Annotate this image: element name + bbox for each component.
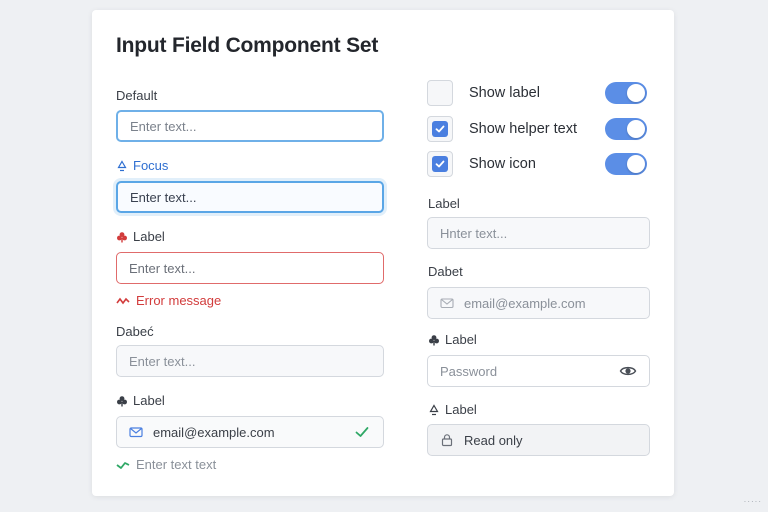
- disabled-label-text: Dabeć: [116, 324, 154, 339]
- error-message: Error message: [116, 293, 221, 308]
- default-input-placeholder: Enter text...: [130, 118, 197, 134]
- eye-icon[interactable]: [619, 362, 637, 380]
- option-show-helper-text: Show helper text: [427, 115, 647, 143]
- password-input-placeholder: Password: [440, 363, 498, 379]
- mail-icon: [129, 427, 143, 438]
- focus-input-value: Enter text...: [130, 189, 197, 205]
- show-icon-text: Show icon: [469, 156, 536, 172]
- readonly-field-label: Label: [428, 402, 477, 417]
- disabled-input[interactable]: Enter text...: [116, 345, 384, 377]
- error-input[interactable]: Enter text...: [116, 252, 384, 284]
- email-input[interactable]: email@example.com: [427, 287, 650, 319]
- checkbox-checked-fill: [432, 121, 448, 137]
- email-input-placeholder: email@example.com: [464, 295, 586, 311]
- disabled-label: Dabeć: [116, 324, 154, 339]
- show-helper-text-text: Show helper text: [469, 121, 578, 137]
- show-helper-text-toggle[interactable]: [605, 118, 647, 140]
- focus-label-text: Focus: [133, 158, 169, 173]
- check-icon: [355, 427, 369, 437]
- option-show-label: Show label: [427, 79, 647, 107]
- valid-helper-text: Enter text text: [136, 457, 217, 472]
- text-field-label-text: Label: [428, 196, 460, 211]
- default-label-text: Default: [116, 88, 158, 103]
- readonly-field-label-text: Label: [445, 402, 477, 417]
- show-label-text: Show label: [469, 85, 540, 101]
- email-field-label: Dabet: [428, 264, 463, 279]
- show-helper-text-checkbox[interactable]: [427, 116, 453, 142]
- text-input[interactable]: Hnter text...: [427, 217, 650, 249]
- checkmark-icon: [435, 160, 445, 168]
- page-title: Input Field Component Set: [116, 34, 379, 57]
- component-card: Input Field Component Set Default Enter …: [92, 10, 674, 496]
- valid-email-input[interactable]: email@example.com: [116, 416, 384, 448]
- show-icon-toggle[interactable]: [605, 153, 647, 175]
- error-input-placeholder: Enter text...: [129, 260, 196, 276]
- focus-input[interactable]: Enter text...: [116, 181, 384, 213]
- readonly-input-value: Read only: [464, 432, 523, 448]
- text-field-label: Label: [428, 196, 460, 211]
- club-icon: [429, 334, 439, 345]
- club-icon: [117, 231, 127, 242]
- email-field-label-text: Dabet: [428, 264, 463, 279]
- default-input[interactable]: Enter text...: [116, 110, 384, 142]
- password-field-label: Label: [428, 332, 477, 347]
- check-icon: [116, 461, 130, 469]
- recycle-icon: [429, 403, 439, 415]
- mail-icon: [440, 298, 454, 309]
- show-label-toggle[interactable]: [605, 82, 647, 104]
- show-icon-checkbox[interactable]: [427, 151, 453, 177]
- default-label: Default: [116, 88, 157, 103]
- password-field-label-text: Label: [445, 332, 477, 347]
- readonly-input[interactable]: Read only: [427, 424, 650, 456]
- lock-icon: [441, 434, 453, 447]
- valid-label-text: Label: [133, 393, 165, 408]
- password-input[interactable]: Password: [427, 355, 650, 387]
- wave-icon: [116, 297, 130, 304]
- show-label-checkbox[interactable]: [427, 80, 453, 106]
- recycle-icon: [117, 159, 127, 171]
- valid-helper-message: Enter text text: [116, 457, 216, 472]
- checkbox-checked-fill: [432, 156, 448, 172]
- error-message-text: Error message: [136, 293, 222, 308]
- club-icon: [117, 395, 127, 406]
- focus-label: Focus: [116, 158, 168, 173]
- disabled-input-placeholder: Enter text...: [129, 353, 196, 369]
- checkmark-icon: [435, 125, 445, 133]
- valid-label: Label: [116, 393, 165, 408]
- option-show-icon: Show icon: [427, 150, 647, 178]
- error-label: Label: [116, 229, 165, 244]
- text-input-placeholder: Hnter text...: [440, 225, 508, 241]
- error-label-text: Label: [133, 229, 165, 244]
- valid-email-value: email@example.com: [153, 424, 275, 440]
- corner-watermark: ·····: [743, 497, 762, 506]
